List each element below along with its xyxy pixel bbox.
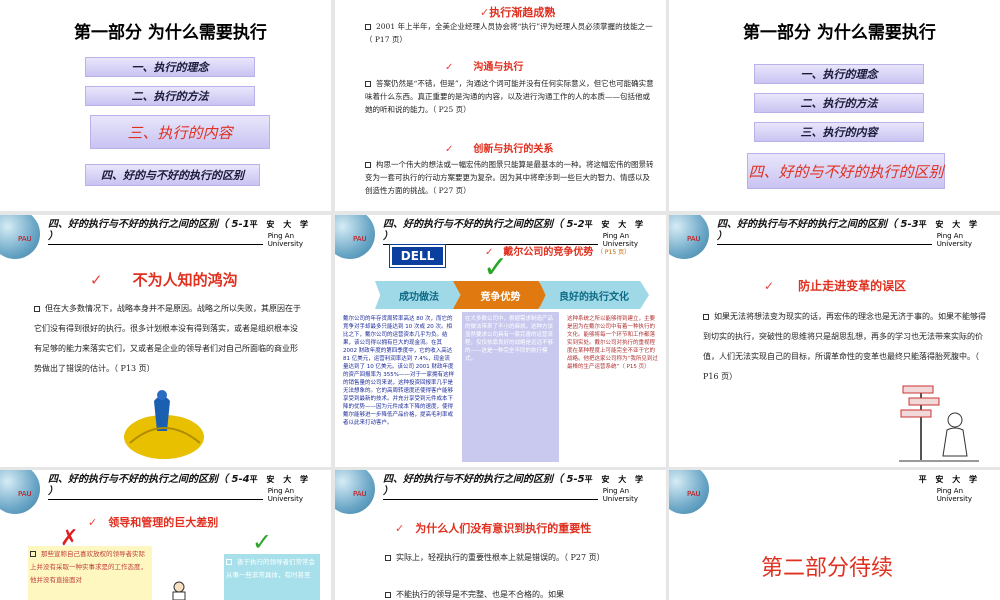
section-heading: ✓ 不为人知的鸿沟 (90, 271, 238, 289)
bullet-square-icon (365, 81, 371, 87)
section-heading: ✓执行渐趋成熟 (480, 6, 556, 19)
slide-header: PAU 四、好的执行与不好的执行之间的区别（ 5-1 ） 平 安 大 学 Pin… (0, 215, 331, 259)
slide-7-thumbnail[interactable]: PAU 四、好的执行与不好的执行之间的区别（ 5-4 ） 平 安 大 学 Pin… (0, 470, 331, 600)
person-illustration (170, 580, 188, 600)
outline-item-2: 二、执行的方法 (85, 86, 255, 106)
slide-title: 第一部分 为什么需要执行 (743, 23, 936, 43)
paragraph: 不能执行的领导是不完整、也是不合格的。如果 (385, 587, 655, 600)
bullet-square-icon (34, 306, 40, 312)
slide-3-thumbnail[interactable]: 第一部分 为什么需要执行 一、执行的理念 二、执行的方法 三、执行的内容 四、好… (669, 0, 1000, 211)
paragraph: 答案仍然是“不错，但是”，沟通这个词可能并没有任何实际意义，但它也可能确实意味着… (365, 79, 654, 114)
divider (48, 244, 263, 245)
outline-item-1: 一、执行的理念 (754, 64, 924, 84)
slide-title: 四、好的执行与不好的执行之间的区别（ 5-2 ） (383, 219, 585, 242)
pau-logo: PAU (353, 235, 367, 243)
slide-header: PAU 四、好的执行与不好的执行之间的区别（ 5-5 ） 平 安 大 学 Pin… (335, 470, 666, 514)
section-heading: ✓ 防止走进变革的误区 (764, 279, 907, 293)
university-name-en: Ping An University (267, 232, 303, 248)
bullet-square-icon (226, 559, 232, 565)
check-icon: ✓ (445, 62, 454, 73)
slide-1-thumbnail[interactable]: 第一部分 为什么需要执行 一、执行的理念 二、执行的方法 三、执行的内容 四、好… (0, 0, 331, 211)
slide-9-thumbnail[interactable]: PAU 平 安 大 学 Ping An University 第二部分待续 (669, 470, 1000, 600)
slide-title: 四、好的执行与不好的执行之间的区别（ 5-3 ） (717, 219, 919, 242)
outline-item-3-highlighted: 三、执行的内容 (90, 115, 270, 149)
pau-logo: PAU (687, 235, 701, 243)
slide-5-thumbnail[interactable]: PAU 四、好的执行与不好的执行之间的区别（ 5-2 ） 平 安 大 学 Pin… (335, 215, 666, 467)
paragraph: 构思一个伟大的想法或一幅宏伟的图景只能算是最基本的一种。将这幅宏伟的图景转变为一… (365, 160, 654, 195)
slide-6-thumbnail[interactable]: PAU 四、好的执行与不好的执行之间的区别（ 5-3 ） 平 安 大 学 Pin… (669, 215, 1000, 467)
section-heading: ✓ 领导和管理的巨大差别 (88, 516, 219, 529)
paragraph: 但在大多数情况下，战略本身并不是原因。战略之所以失败，其原因在于它们没有得到很好… (34, 304, 301, 373)
slide-header: PAU 四、好的执行与不好的执行之间的区别（ 5-4 ） 平 安 大 学 Pin… (0, 470, 331, 514)
university-name-en: Ping An University (267, 487, 303, 503)
slide-4-thumbnail[interactable]: PAU 四、好的执行与不好的执行之间的区别（ 5-1 ） 平 安 大 学 Pin… (0, 215, 331, 467)
outline-item-4-highlighted: 四、好的与不好的执行的区别 (747, 153, 945, 189)
check-icon: ✓ (90, 271, 103, 289)
dell-logo: DELL (389, 244, 446, 268)
slide-title: 四、好的执行与不好的执行之间的区别（ 5-4 ） (48, 474, 250, 497)
outline-item-4: 四、好的与不好的执行的区别 (85, 164, 260, 186)
arrow-step-2: 竞争优势 (453, 281, 548, 309)
university-name-en: Ping An University (602, 232, 638, 248)
bullet-square-icon (385, 592, 391, 598)
university-name: 平 安 大 学 (584, 219, 646, 229)
bullet-square-icon (365, 162, 371, 168)
outline-item-2: 二、执行的方法 (754, 93, 924, 113)
divider (48, 499, 263, 500)
paragraph: 如果无法将想法变为现实的话，再宏伟的理念也是无济于事的。如果不能够得到切实的执行… (703, 312, 986, 381)
outline-item-1: 一、执行的理念 (85, 57, 255, 77)
slide-title: 四、好的执行与不好的执行之间的区别（ 5-5 ） (383, 474, 585, 497)
university-name-en: Ping An University (602, 487, 638, 503)
slide-title: 第一部分 为什么需要执行 (74, 23, 267, 43)
university-name: 平 安 大 学 (918, 474, 980, 484)
check-icon: ✓ (445, 144, 454, 155)
check-icon: ✓ (252, 528, 273, 556)
slide-header: PAU 平 安 大 学 Ping An University (669, 470, 1000, 514)
slide-2-thumbnail[interactable]: ✓执行渐趋成熟 2001 年上半年，全美企业经理人员协会将“执行”评为经理人员必… (335, 0, 666, 211)
university-name: 平 安 大 学 (584, 474, 646, 484)
bullet-square-icon (703, 314, 709, 320)
divider (717, 244, 932, 245)
pau-logo: PAU (18, 490, 32, 498)
slide-title: 四、好的执行与不好的执行之间的区别（ 5-1 ） (48, 219, 250, 242)
outline-item-3: 三、执行的内容 (754, 122, 924, 142)
paragraph: 实际上，轻视执行的重要性根本上就是错误的。（ P27 页） (385, 550, 655, 566)
arrow-step-1: 成功做法 (375, 281, 463, 309)
slide-title: 第二部分待续 (761, 556, 894, 581)
column-text-1: 戴尔公司的年存货周转率高达 80 次，而它的竞争对手却最多只能达到 10 次或 … (340, 312, 457, 462)
bullet-square-icon (365, 24, 371, 30)
pau-logo: PAU (687, 490, 701, 498)
column-text-2: 在大多数公司中，根据需求制造产品的做法带来了不小的麻烦。这种方法显然要求公司具有… (462, 312, 559, 462)
bullet-square-icon (30, 551, 36, 557)
check-icon: ✓ (88, 516, 98, 529)
figure-climbing-gap-illustration (122, 383, 206, 461)
divider (383, 499, 598, 500)
pau-logo: PAU (353, 490, 367, 498)
arrow-step-3: 良好的执行文化 (539, 281, 649, 309)
university-name: 平 安 大 学 (249, 474, 311, 484)
section-heading: ✓ 为什么人们没有意识到执行的重要性 (395, 522, 592, 535)
right-comparison-box: 善于执行的领导者们常常会从事一些非常具体，有时甚至 (224, 554, 320, 600)
slide-header: PAU 四、好的执行与不好的执行之间的区别（ 5-3 ） 平 安 大 学 Pin… (669, 215, 1000, 259)
left-comparison-box: 那些宣称自己喜欢放权的领导者实际上并没有采取一种实事求是的工作态度，他并没有直接… (28, 546, 152, 600)
check-icon: ✓ (480, 6, 490, 19)
signpost-confused-man-illustration (899, 378, 979, 463)
paragraph: 2001 年上半年，全美企业经理人员协会将“执行”评为经理人员必须掌握的技能之一… (365, 22, 653, 44)
section-heading: ✓ 沟通与执行 (445, 62, 524, 73)
column-text-3: 这种系统之所以能够得到建立，主要是因为在戴尔公司中有着一种执行的文化。能够将每一… (564, 312, 661, 462)
university-name-en: Ping An University (936, 487, 972, 503)
university-name: 平 安 大 学 (918, 219, 980, 229)
university-name: 平 安 大 学 (249, 219, 311, 229)
check-icon: ✓ (764, 279, 775, 293)
check-icon: ✓ (395, 522, 405, 535)
university-name-en: Ping An University (936, 232, 972, 248)
slide-8-thumbnail[interactable]: PAU 四、好的执行与不好的执行之间的区别（ 5-5 ） 平 安 大 学 Pin… (335, 470, 666, 600)
big-check-icon: ✓ (483, 250, 509, 285)
section-heading: ✓ 创新与执行的关系 (445, 144, 554, 155)
page-ref: （ P15 页） (597, 249, 631, 256)
pau-logo: PAU (18, 235, 32, 243)
bullet-square-icon (385, 555, 391, 561)
